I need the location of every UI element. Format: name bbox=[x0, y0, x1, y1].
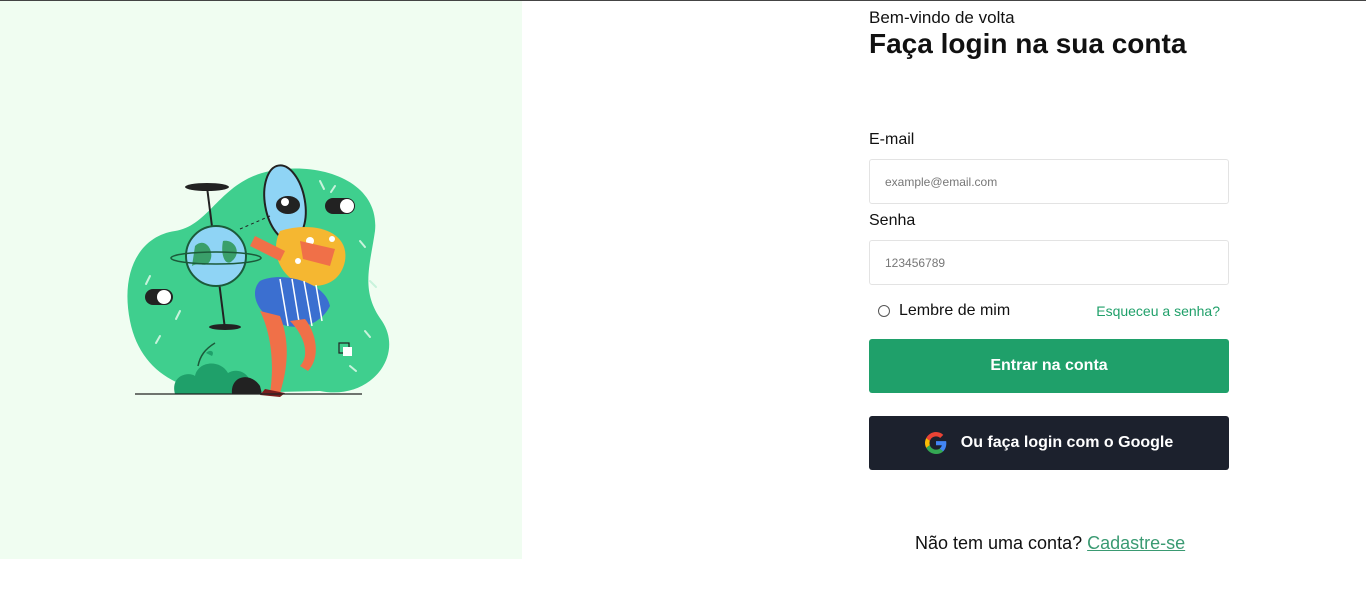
remember-radio[interactable] bbox=[878, 305, 890, 317]
login-button-label: Entrar na conta bbox=[990, 357, 1108, 374]
remember-row: Lembre de mim Esqueceu a senha? bbox=[869, 301, 1229, 323]
google-icon bbox=[924, 432, 947, 454]
google-login-button[interactable]: Ou faça login com o Google bbox=[869, 416, 1229, 470]
password-field[interactable] bbox=[869, 240, 1229, 285]
hero-panel bbox=[0, 1, 522, 559]
hero-illustration bbox=[127, 164, 390, 397]
signup-row: Não tem uma conta? Cadastre-se bbox=[915, 533, 1185, 554]
login-button[interactable]: Entrar na conta bbox=[869, 339, 1229, 393]
signup-link[interactable]: Cadastre-se bbox=[1087, 533, 1185, 553]
signup-prompt: Não tem uma conta? bbox=[915, 533, 1083, 553]
remember-label[interactable]: Lembre de mim bbox=[899, 302, 1010, 320]
password-label: Senha bbox=[869, 212, 916, 229]
welcome-text: Bem-vindo de volta bbox=[869, 8, 1015, 27]
google-button-label: Ou faça login com o Google bbox=[960, 434, 1174, 451]
forgot-password-link[interactable]: Esqueceu a senha? bbox=[1096, 303, 1220, 319]
email-label: E-mail bbox=[869, 131, 915, 148]
page-title: Faça login na sua conta bbox=[869, 28, 1187, 59]
email-field[interactable] bbox=[869, 159, 1229, 204]
